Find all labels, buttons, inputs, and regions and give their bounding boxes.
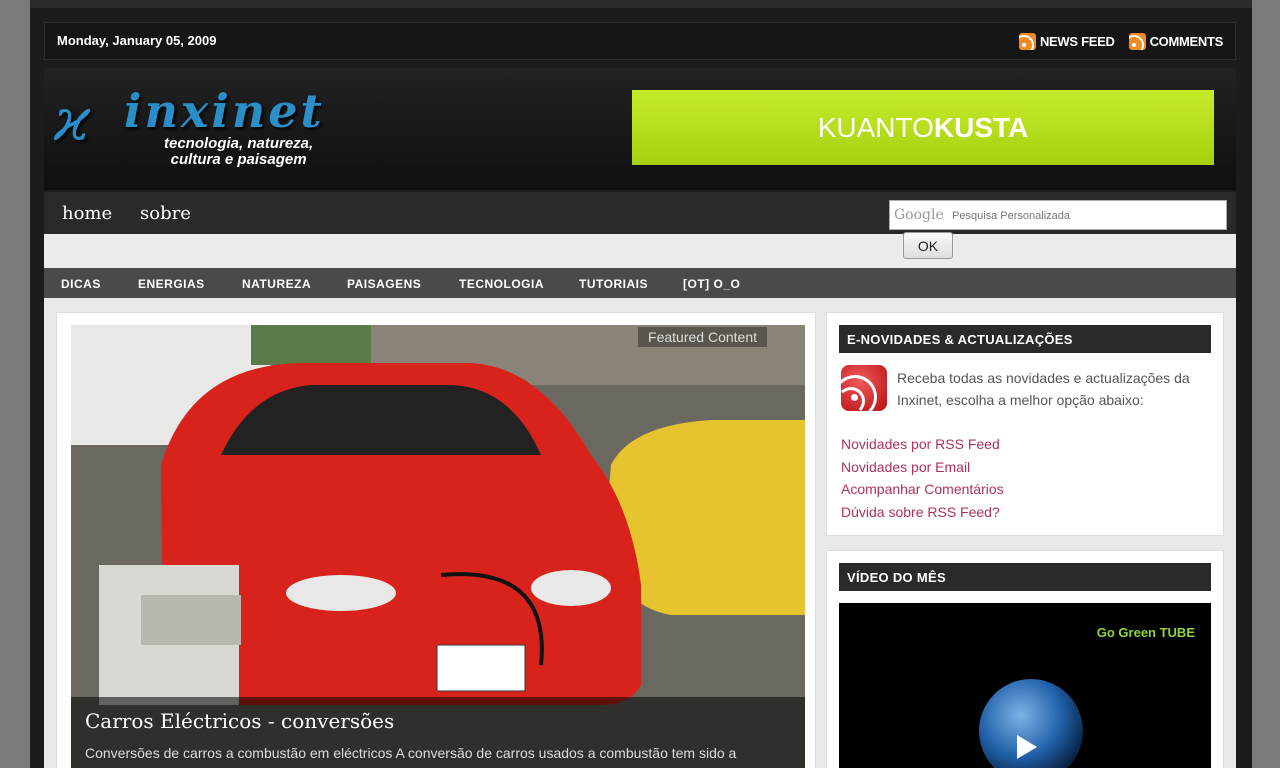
site-header: ϰ inxinet tecnologia, natureza, cultura …: [44, 68, 1236, 190]
google-logo: Google: [894, 207, 944, 223]
logo-tagline: tecnologia, natureza, cultura e paisagem: [164, 136, 313, 168]
banner-text-light: KUANTO: [817, 111, 934, 143]
logo-name: inxinet: [124, 84, 325, 138]
featured-description: Conversões de carros a combustão em eléc…: [85, 745, 737, 761]
current-date: Monday, January 05, 2009: [57, 33, 217, 48]
featured-caption: Carros Eléctricos - conversões Conversõe…: [71, 697, 805, 768]
main-nav: home sobre Google: [44, 192, 1236, 234]
category-tutoriais[interactable]: TUTORIAIS: [579, 277, 648, 291]
featured-label: Featured Content: [638, 327, 767, 347]
search-box: Google: [889, 200, 1227, 230]
comments-feed-link[interactable]: COMMENTS: [1128, 33, 1224, 50]
search-input[interactable]: [952, 206, 1212, 226]
link-rss-feed[interactable]: Novidades por RSS Feed: [841, 433, 1004, 456]
feed-links: NEWS FEED COMMENTS: [1018, 33, 1224, 50]
news-box: E-NOVIDADES & ACTUALIZAÇÕES Receba todas…: [826, 312, 1224, 536]
news-feed-link[interactable]: NEWS FEED: [1018, 33, 1115, 50]
video-box-title: VÍDEO DO MÊS: [839, 563, 1211, 591]
main-content: Featured Content Carros Eléctricos - con…: [44, 298, 1236, 768]
logo-tagline-line-1: tecnologia, natureza,: [164, 135, 314, 152]
rss-icon: [1128, 33, 1146, 50]
rss-icon: [1018, 33, 1036, 50]
comments-feed-label: COMMENTS: [1149, 34, 1224, 49]
page-frame: Monday, January 05, 2009 NEWS FEED COMME…: [30, 0, 1252, 768]
link-email[interactable]: Novidades por Email: [841, 456, 1004, 479]
ad-banner[interactable]: KUANTO KUSTA: [632, 90, 1214, 165]
video-box: VÍDEO DO MÊS Go Green TUBE: [826, 550, 1224, 768]
nav-home[interactable]: home: [62, 203, 112, 224]
video-brand: Go Green TUBE: [1096, 625, 1195, 640]
link-rss-help[interactable]: Dúvida sobre RSS Feed?: [841, 501, 1004, 524]
video-player[interactable]: Go Green TUBE: [839, 603, 1211, 768]
nav-sobre[interactable]: sobre: [140, 203, 191, 224]
logo-tagline-line-2: cultura e paisagem: [170, 151, 307, 168]
category-tecnologia[interactable]: TECNOLOGIA: [459, 277, 544, 291]
category-energias[interactable]: ENERGIAS: [138, 277, 205, 291]
search-ok-button[interactable]: OK: [903, 232, 953, 259]
news-intro-text: Receba todas as novidades e actualizaçõe…: [897, 370, 1190, 408]
top-bar: Monday, January 05, 2009 NEWS FEED COMME…: [44, 22, 1236, 60]
featured-box: Featured Content Carros Eléctricos - con…: [56, 312, 816, 768]
play-icon[interactable]: [1017, 735, 1037, 759]
news-feed-label: NEWS FEED: [1039, 34, 1115, 49]
category-dicas[interactable]: DICAS: [61, 277, 101, 291]
category-bar: DICAS ENERGIAS NATUREZA PAISAGENS TECNOL…: [44, 268, 1236, 298]
category-ot[interactable]: [OT] O_O: [683, 277, 740, 291]
category-paisagens[interactable]: PAISAGENS: [347, 277, 421, 291]
news-links: Novidades por RSS Feed Novidades por Ema…: [841, 433, 1004, 523]
search-button-strip: OK: [44, 232, 1236, 268]
news-box-title: E-NOVIDADES & ACTUALIZAÇÕES: [839, 325, 1211, 353]
logo-symbol-icon: ϰ: [54, 86, 91, 154]
site-logo[interactable]: ϰ inxinet tecnologia, natureza, cultura …: [54, 80, 414, 176]
featured-image[interactable]: Featured Content Carros Eléctricos - con…: [71, 325, 805, 768]
rss-feed-icon[interactable]: [833, 365, 887, 419]
link-comments[interactable]: Acompanhar Comentários: [841, 478, 1004, 501]
banner-text-bold: KUSTA: [933, 111, 1029, 143]
category-natureza[interactable]: NATUREZA: [242, 277, 311, 291]
featured-title[interactable]: Carros Eléctricos - conversões: [85, 709, 394, 733]
